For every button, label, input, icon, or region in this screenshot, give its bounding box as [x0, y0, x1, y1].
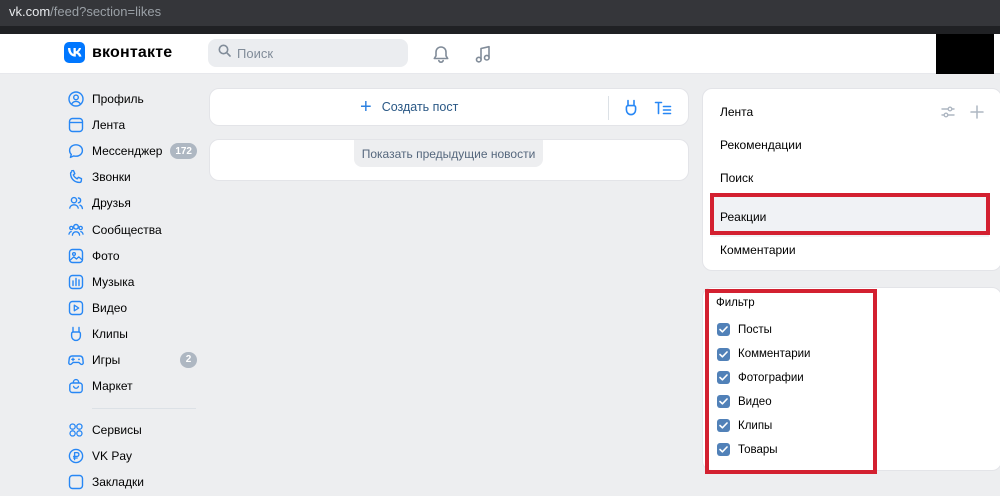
nav-item-messenger[interactable]: Мессенджер 172	[64, 138, 204, 164]
left-nav: Профиль Лента Мессенджер 172 Звонки Друз…	[64, 86, 204, 495]
browser-strip	[0, 26, 1000, 34]
nav-label: Клипы	[92, 326, 128, 341]
divider	[608, 96, 609, 120]
settings-sliders-icon[interactable]	[940, 104, 956, 120]
games-badge: 2	[180, 351, 197, 368]
clips-icon	[68, 326, 84, 342]
nav-label: VK Pay	[92, 449, 133, 464]
music-icon	[68, 274, 84, 290]
nav-item-profile[interactable]: Профиль	[64, 86, 204, 112]
feed-icon	[68, 117, 84, 133]
menu-item-comments[interactable]: Комментарии	[720, 243, 796, 257]
market-icon	[68, 378, 84, 394]
nav-divider	[92, 408, 196, 410]
nav-item-market[interactable]: Маркет	[64, 373, 204, 399]
communities-icon	[68, 222, 84, 238]
nav-item-vkpay[interactable]: VK Pay	[64, 443, 204, 469]
nav-label: Фото	[92, 248, 120, 263]
url-host: vk.com	[9, 4, 51, 19]
nav-label: Сервисы	[92, 423, 142, 438]
nav-item-clips[interactable]: Клипы	[64, 321, 204, 347]
news-card: Показать предыдущие новости	[209, 139, 689, 181]
menu-item-feed[interactable]: Лента	[720, 105, 753, 119]
avatar[interactable]	[936, 34, 994, 74]
nav-item-photo[interactable]: Фото	[64, 243, 204, 269]
create-post-label: Создать пост	[381, 100, 459, 114]
sort-icon[interactable]	[654, 99, 672, 117]
nav-label: Маркет	[92, 379, 133, 394]
nav-label: Звонки	[92, 170, 131, 185]
services-icon	[68, 422, 84, 438]
unread-badge: 172	[170, 143, 197, 160]
plus-icon: +	[360, 96, 372, 118]
nav-item-feed[interactable]: Лента	[64, 112, 204, 138]
nav-label: Музыка	[92, 274, 135, 289]
top-header: вконтакте	[0, 34, 1000, 74]
nav-item-music[interactable]: Музыка	[64, 269, 204, 295]
add-icon[interactable]	[969, 104, 985, 120]
menu-item-recommendations[interactable]: Рекомендации	[720, 138, 802, 152]
music-icon[interactable]	[472, 43, 494, 65]
vk-logo-icon	[64, 42, 85, 63]
nav-item-calls[interactable]: Звонки	[64, 164, 204, 190]
nav-label: Профиль	[92, 92, 144, 107]
nav-label: Видео	[92, 300, 128, 315]
nav-label: Закладки	[92, 475, 144, 490]
create-post-button[interactable]: + Создать пост	[360, 96, 459, 118]
games-icon	[68, 352, 84, 368]
messenger-icon	[68, 143, 84, 159]
logo-text: вконтакте	[92, 43, 173, 61]
url-text[interactable]: vk.com/feed?section=likes	[9, 4, 161, 19]
feed-sections-menu: Лента Рекомендации Поиск Реакции Коммент…	[702, 88, 1000, 271]
nav-label: Сообщества	[92, 222, 162, 237]
search-box[interactable]	[208, 39, 408, 67]
nav-item-communities[interactable]: Сообщества	[64, 216, 204, 242]
vkpay-icon	[68, 448, 84, 464]
nav-item-friends[interactable]: Друзья	[64, 190, 204, 216]
nav-label: Игры	[92, 352, 121, 367]
photo-icon	[68, 248, 84, 264]
browser-url-bar[interactable]: vk.com/feed?section=likes	[0, 0, 1000, 26]
search-input[interactable]	[237, 45, 397, 61]
url-path: /feed?section=likes	[50, 4, 162, 19]
clips-icon[interactable]	[622, 99, 640, 117]
nav-label: Друзья	[92, 196, 131, 211]
show-previous-news-button[interactable]: Показать предыдущие новости	[354, 140, 543, 167]
nav-item-services[interactable]: Сервисы	[64, 417, 204, 443]
profile-icon	[68, 91, 84, 107]
vk-logo[interactable]: вконтакте	[64, 42, 172, 63]
highlight-frame	[705, 289, 877, 474]
menu-item-search[interactable]: Поиск	[720, 171, 753, 185]
bell-icon[interactable]	[430, 43, 452, 65]
video-icon	[68, 300, 84, 316]
nav-item-video[interactable]: Видео	[64, 295, 204, 321]
friends-icon	[68, 195, 84, 211]
search-icon	[218, 44, 231, 62]
nav-item-games[interactable]: Игры 2	[64, 347, 204, 373]
nav-label: Лента	[92, 118, 126, 133]
nav-item-bookmarks[interactable]: Закладки	[64, 469, 204, 495]
phone-icon	[68, 169, 84, 185]
highlight-frame	[710, 193, 990, 235]
bookmarks-icon	[68, 474, 84, 490]
create-post-card: + Создать пост	[209, 88, 689, 126]
nav-label: Мессенджер	[92, 144, 163, 159]
